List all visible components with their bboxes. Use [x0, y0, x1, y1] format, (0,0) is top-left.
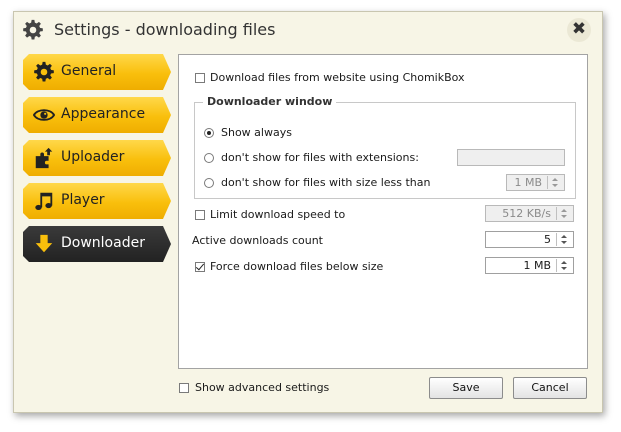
title-bar: Settings - downloading files ✖ — [14, 12, 602, 48]
sidebar-item-label: Downloader — [61, 235, 145, 251]
sidebar-item-downloader[interactable]: Downloader — [23, 226, 171, 262]
window-title: Settings - downloading files — [54, 20, 276, 39]
spin-buttons[interactable] — [556, 233, 572, 246]
hide-for-size-radio[interactable] — [204, 178, 214, 188]
spin-buttons[interactable] — [556, 207, 572, 220]
sidebar-item-appearance[interactable]: Appearance — [23, 97, 171, 133]
spin-buttons[interactable] — [547, 176, 563, 189]
force-download-label: Force download files below size — [210, 260, 384, 273]
downloader-window-group: Downloader window Show always don't show… — [194, 95, 576, 199]
download-arrow-icon — [35, 234, 53, 253]
extensions-input[interactable] — [457, 149, 565, 166]
save-button[interactable]: Save — [429, 377, 503, 399]
download-from-website-checkbox[interactable] — [195, 73, 205, 83]
show-advanced-label: Show advanced settings — [195, 381, 330, 394]
cancel-button[interactable]: Cancel — [513, 377, 587, 399]
hide-for-size-label: don't show for files with size less than — [221, 176, 431, 189]
limit-speed-label: Limit download speed to — [210, 208, 346, 221]
sidebar-item-player[interactable]: Player — [23, 183, 171, 219]
active-downloads-stepper[interactable]: 5 — [485, 231, 574, 248]
sidebar-item-label: Uploader — [61, 149, 125, 165]
hide-for-extensions-label: don't show for files with extensions: — [221, 151, 419, 164]
show-always-radio[interactable] — [204, 128, 214, 138]
eye-icon — [33, 109, 55, 121]
limit-speed-checkbox[interactable] — [195, 210, 205, 220]
active-downloads-label: Active downloads count — [192, 234, 323, 247]
hide-for-extensions-radio[interactable] — [204, 153, 214, 163]
close-button[interactable]: ✖ — [567, 18, 591, 42]
force-size-stepper[interactable]: 1 MB — [485, 257, 574, 274]
sidebar-item-label: Appearance — [61, 106, 146, 122]
sidebar-item-uploader[interactable]: Uploader — [23, 140, 171, 176]
music-note-icon — [35, 192, 53, 210]
speed-limit-stepper[interactable]: 512 KB/s — [485, 205, 574, 222]
gear-icon — [23, 19, 43, 40]
sidebar-item-general[interactable]: General — [23, 54, 171, 90]
downloader-settings-panel: Download files from website using Chomik… — [178, 54, 588, 369]
sidebar-item-label: General — [61, 63, 117, 79]
sidebar-item-label: Player — [61, 192, 105, 208]
show-always-label: Show always — [221, 126, 292, 139]
upload-puzzle-icon — [35, 147, 53, 169]
settings-window: Settings - downloading files ✖ General A… — [13, 11, 603, 413]
spin-buttons[interactable] — [556, 259, 572, 272]
show-advanced-checkbox[interactable] — [179, 383, 189, 393]
group-title: Downloader window — [203, 95, 337, 108]
gear-icon — [34, 61, 54, 82]
min-size-stepper[interactable]: 1 MB — [506, 174, 565, 191]
close-icon: ✖ — [571, 19, 587, 39]
download-from-website-label: Download files from website using Chomik… — [210, 71, 465, 84]
force-download-checkbox[interactable] — [195, 262, 205, 272]
